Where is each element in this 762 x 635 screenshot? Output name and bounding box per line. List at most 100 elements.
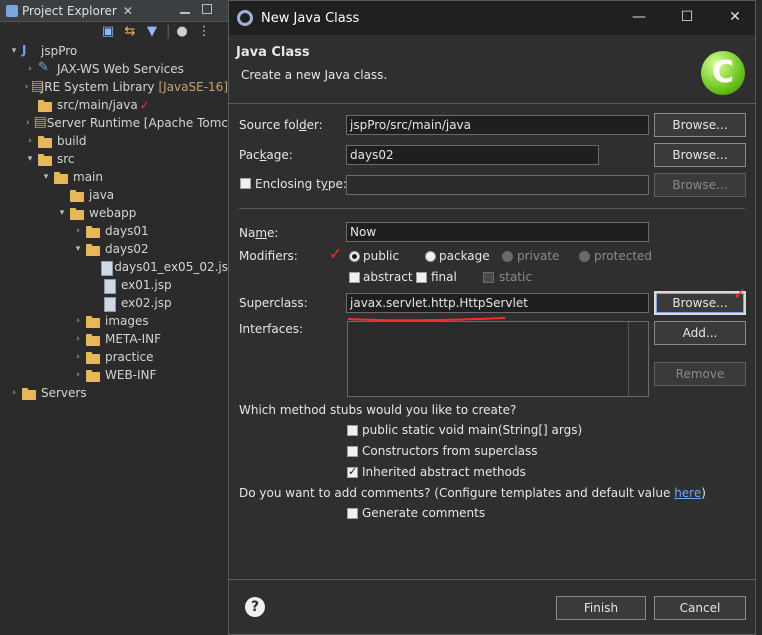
expanded-arrow-icon[interactable]: ▾	[40, 172, 52, 182]
minimize-window-icon[interactable]: —	[629, 9, 649, 25]
tree-item[interactable]: › days01	[0, 222, 228, 240]
tree-item-label: images	[105, 314, 149, 328]
tree-item-label: main	[73, 170, 103, 184]
finish-button[interactable]: Finish	[556, 596, 646, 620]
superclass-label: Superclass:	[239, 296, 308, 310]
enclosing-type-input[interactable]	[346, 175, 649, 195]
maximize-window-icon[interactable]: ☐	[677, 9, 697, 25]
enclosing-type-checkbox[interactable]	[240, 178, 251, 189]
tree-item[interactable]: › JRE System Library[JavaSE-16]	[0, 78, 228, 96]
modifiers-label: Modifiers:	[239, 249, 298, 263]
final-checkbox[interactable]	[416, 272, 427, 283]
tree-item[interactable]: › Server Runtime [Apache Tomc	[0, 114, 228, 132]
tree-item-label: ex02.jsp	[121, 296, 172, 310]
folder-icon	[22, 387, 38, 400]
section-separator	[239, 208, 745, 209]
collapsed-arrow-icon[interactable]: ›	[72, 370, 84, 380]
collapsed-arrow-icon[interactable]: ›	[72, 334, 84, 344]
tree-item[interactable]: src/main/java ✓	[0, 96, 228, 114]
project-explorer-tab[interactable]: Project Explorer ✕	[0, 0, 228, 22]
interfaces-scrollbar[interactable]	[628, 322, 648, 396]
main-method-checkbox[interactable]	[347, 425, 358, 436]
source-folder-label: Source folder:	[239, 118, 323, 132]
collapsed-arrow-icon[interactable]: ›	[72, 316, 84, 326]
focus-icon[interactable]: ●	[174, 24, 190, 40]
collapsed-arrow-icon[interactable]: ›	[24, 82, 29, 92]
tree-item[interactable]: › images	[0, 312, 228, 330]
package-label: Package:	[239, 148, 293, 162]
tree-item[interactable]: › practice	[0, 348, 228, 366]
expanded-arrow-icon[interactable]: ▾	[56, 208, 68, 218]
file-icon	[102, 278, 118, 294]
private-radio[interactable]	[502, 251, 513, 262]
protected-label: protected	[594, 249, 653, 263]
name-input[interactable]: Now	[346, 222, 649, 242]
collapsed-arrow-icon[interactable]: ›	[24, 118, 32, 128]
view-menu-icon[interactable]: ⋮	[196, 24, 212, 40]
configure-templates-link[interactable]: here	[674, 486, 701, 500]
tree-item[interactable]: ex01.jsp	[0, 276, 228, 294]
tree-item[interactable]: › JAX-WS Web Services	[0, 60, 228, 78]
expanded-arrow-icon[interactable]: ▾	[72, 244, 84, 254]
tree-item[interactable]: days01_ex05_02.js	[0, 258, 228, 276]
constructors-checkbox[interactable]	[347, 446, 358, 457]
help-icon[interactable]: ?	[245, 597, 265, 617]
expanded-arrow-icon[interactable]: ▾	[8, 46, 20, 56]
tree-item[interactable]: ▾ src	[0, 150, 228, 168]
close-window-icon[interactable]: ✕	[725, 9, 745, 25]
superclass-input[interactable]: javax.servlet.http.HttpServlet	[346, 293, 649, 313]
project-explorer-panel: Project Explorer ✕ ▣ ⇆ ▼ | ● ⋮ ▾ jspPro › J…	[0, 0, 228, 635]
generate-comments-checkbox[interactable]	[347, 508, 358, 519]
tree-item[interactable]: java	[0, 186, 228, 204]
filter-icon[interactable]: ▼	[144, 24, 160, 40]
minimize-icon[interactable]	[180, 4, 190, 14]
remove-interface-button[interactable]: Remove	[654, 362, 746, 386]
folder-icon	[38, 153, 54, 166]
tree-item[interactable]: ▾ webapp	[0, 204, 228, 222]
cancel-button[interactable]: Cancel	[654, 596, 746, 620]
tree-item[interactable]: ▾ jspPro	[0, 42, 228, 60]
expanded-arrow-icon[interactable]: ▾	[24, 154, 36, 164]
collapsed-arrow-icon[interactable]: ›	[24, 64, 36, 74]
tree-item[interactable]: › WEB-INF	[0, 366, 228, 384]
dialog-titlebar[interactable]: New Java Class — ☐ ✕	[229, 1, 755, 35]
collapsed-arrow-icon[interactable]: ›	[24, 136, 36, 146]
collapse-all-icon[interactable]: ▣	[100, 24, 116, 40]
tree-item[interactable]: ▾ days02	[0, 240, 228, 258]
toolbar-separator: |	[166, 24, 171, 39]
static-checkbox[interactable]	[483, 272, 494, 283]
tree-item-label: src	[57, 152, 75, 166]
header-description: Create a new Java class.	[241, 68, 388, 82]
tree-item-label: Server Runtime [Apache Tomc	[46, 116, 228, 130]
folder-icon	[70, 207, 86, 220]
folder-icon	[86, 351, 102, 364]
package-browse-button[interactable]: Browse...	[654, 143, 746, 167]
tree-item[interactable]: › build	[0, 132, 228, 150]
abstract-checkbox[interactable]	[349, 272, 360, 283]
folder-icon	[86, 315, 102, 328]
source-folder-browse-button[interactable]: Browse...	[654, 113, 746, 137]
package-radio[interactable]	[425, 251, 436, 262]
protected-radio[interactable]	[579, 251, 590, 262]
enclosing-type-browse-button[interactable]: Browse...	[654, 173, 746, 197]
tree-item[interactable]: ex02.jsp	[0, 294, 228, 312]
folder-icon	[86, 243, 102, 256]
close-icon[interactable]: ✕	[123, 4, 133, 18]
add-interface-button[interactable]: Add...	[654, 321, 746, 345]
collapsed-arrow-icon[interactable]: ›	[72, 226, 84, 236]
tree-item[interactable]: ▾ main	[0, 168, 228, 186]
maximize-icon[interactable]	[202, 4, 212, 14]
interfaces-list[interactable]	[347, 321, 649, 397]
link-with-editor-icon[interactable]: ⇆	[122, 24, 138, 40]
package-modifier-label: package	[439, 249, 490, 263]
inherited-methods-checkbox[interactable]	[347, 465, 358, 478]
tree-item[interactable]: › META-INF	[0, 330, 228, 348]
new-java-class-dialog: New Java Class — ☐ ✕ Java Class Create a…	[228, 0, 756, 635]
collapsed-arrow-icon[interactable]: ›	[8, 388, 20, 398]
public-radio[interactable]	[349, 251, 360, 262]
collapsed-arrow-icon[interactable]: ›	[72, 352, 84, 362]
tree-item-label: practice	[105, 350, 154, 364]
tree-item[interactable]: › Servers	[0, 384, 228, 402]
source-folder-input[interactable]: jspPro/src/main/java	[346, 115, 649, 135]
package-input[interactable]: days02	[346, 145, 599, 165]
